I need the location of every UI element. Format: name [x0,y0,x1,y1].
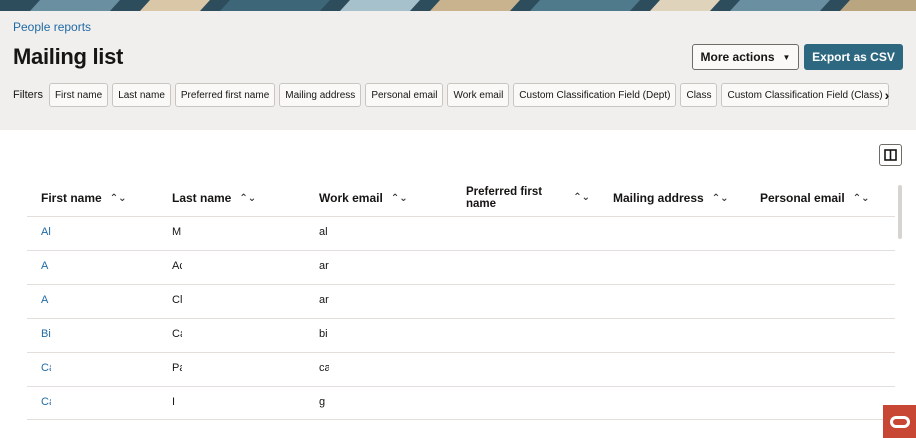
column-header-personal-email[interactable]: Personal email ⌃⌄ [760,180,869,216]
table-row[interactable]: Ca Pa ca [27,352,895,386]
header-banner [0,0,916,11]
filter-chip-work-email[interactable]: Work email [447,83,510,107]
table-row[interactable]: Al M al [27,216,895,250]
column-header-work-email[interactable]: Work email ⌃⌄ [319,180,408,216]
cell-last-name: Ca [172,328,182,340]
filter-chip-custom-class[interactable]: Custom Classification Field (Class) [721,83,889,107]
filter-chip-mailing-address[interactable]: Mailing address [279,83,362,107]
sort-icon: ⌃⌄ [239,192,257,204]
cell-work-email: ca [319,362,329,374]
caret-down-icon: ▼ [782,52,791,62]
filter-chip-last-name[interactable]: Last name [112,83,171,107]
column-header-first-name[interactable]: First name ⌃⌄ [41,180,126,216]
filter-chip-preferred-first-name[interactable]: Preferred first name [174,83,276,107]
sort-icon: ⌃⌄ [573,192,590,203]
filter-chip-class[interactable]: Class [680,83,718,107]
table-row[interactable]: A Ac ar [27,250,895,284]
export-csv-button[interactable]: Export as CSV [804,44,903,70]
cell-last-name: Pa [172,362,182,374]
column-header-preferred-first-name[interactable]: Preferred first name ⌃⌄ [466,180,590,216]
cell-last-name: M [172,226,182,238]
more-actions-button[interactable]: More actions ▼ [692,44,799,70]
cell-first-name[interactable]: A [41,294,51,306]
cell-work-email: al [319,226,328,238]
table-scrollbar[interactable] [898,185,902,239]
sort-icon: ⌃⌄ [852,192,870,204]
table-row[interactable]: Bi Ca bi [27,318,895,352]
cell-last-name: I [172,396,176,408]
sort-icon: ⌃⌄ [390,192,408,204]
cell-first-name[interactable]: Ca [41,362,51,374]
column-header-mailing-address[interactable]: Mailing address ⌃⌄ [613,180,728,216]
page-title: Mailing list [13,44,124,69]
table-row[interactable]: A Cl ar [27,284,895,318]
column-toggle-button[interactable] [879,144,902,166]
cell-work-email: g [319,396,326,408]
column-header-label: Preferred first name [466,186,543,210]
oracle-logo-icon[interactable] [883,405,916,438]
cell-first-name[interactable]: Ca [41,396,51,408]
column-header-label: Work email [319,191,383,205]
cell-last-name: Cl [172,294,182,306]
page-header: People reports Mailing list More actions… [0,11,916,130]
cell-first-name[interactable]: Bi [41,328,51,340]
cell-first-name[interactable]: Al [41,226,51,238]
filters-label: Filters [13,89,43,101]
filter-chip-custom-dept[interactable]: Custom Classification Field (Dept) [513,83,677,107]
table-header: First name ⌃⌄ Last name ⌃⌄ Work email ⌃⌄ Pr… [0,180,896,216]
cell-work-email: ar [319,260,329,272]
cell-last-name: Ac [172,260,182,272]
sort-icon: ⌃⌄ [109,192,127,204]
table-row[interactable]: Ca I g [27,386,895,420]
cell-first-name[interactable]: A [41,260,51,272]
filter-chip-personal-email[interactable]: Personal email [365,83,444,107]
column-header-label: First name [41,191,102,205]
filter-chip-first-name[interactable]: First name [48,83,109,107]
column-header-last-name[interactable]: Last name ⌃⌄ [172,180,256,216]
columns-icon [884,149,897,161]
breadcrumb-people-reports[interactable]: People reports [13,20,91,34]
column-header-label: Personal email [760,191,845,205]
cell-work-email: bi [319,328,328,340]
column-header-label: Last name [172,191,232,205]
chevron-right-icon[interactable]: › [880,83,894,107]
cell-work-email: ar [319,294,329,306]
more-actions-label: More actions [700,50,775,64]
sort-icon: ⌃⌄ [711,192,729,204]
oracle-ring-shape [889,415,910,428]
column-header-label: Mailing address [613,191,704,205]
filters-row: Filters First name Last name Preferred f… [13,83,893,107]
